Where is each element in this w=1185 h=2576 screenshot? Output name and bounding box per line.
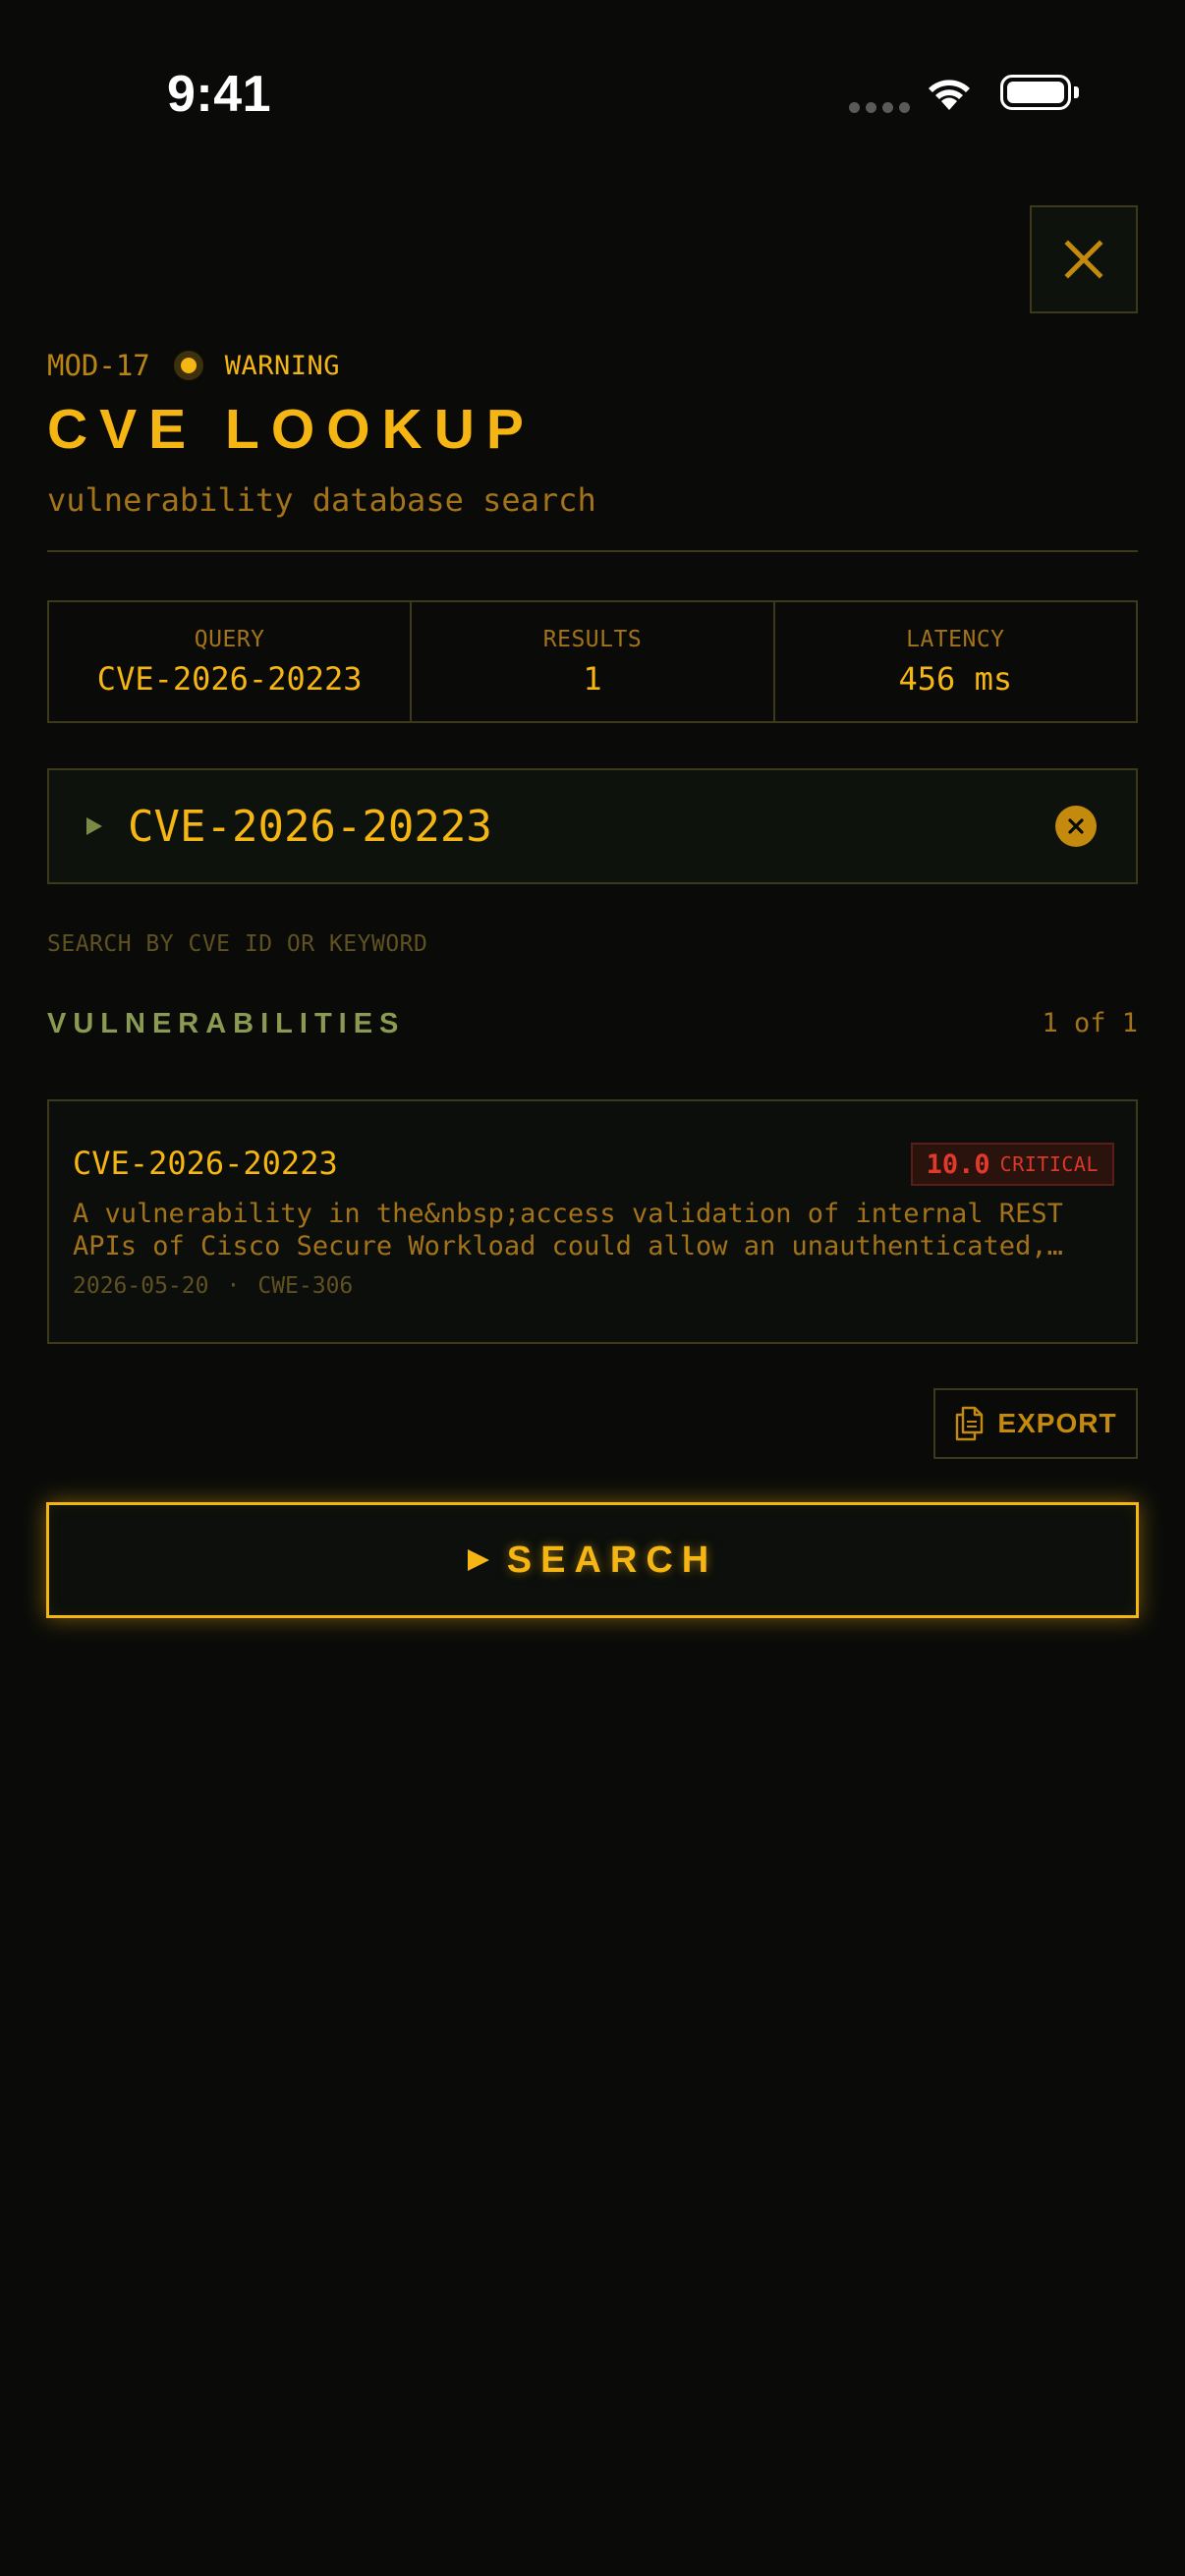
page-subtitle: vulnerability database search bbox=[47, 481, 596, 519]
battery-icon bbox=[1000, 75, 1071, 110]
search-field[interactable] bbox=[47, 768, 1138, 884]
close-button[interactable] bbox=[1030, 205, 1138, 313]
stat-label: RESULTS bbox=[542, 626, 643, 652]
result-card[interactable]: CVE-2026-20223 10.0 CRITICAL A vulnerabi… bbox=[47, 1099, 1138, 1344]
stat-value: 1 bbox=[583, 659, 602, 698]
export-button[interactable]: EXPORT bbox=[933, 1388, 1138, 1459]
play-arrow-icon bbox=[467, 1549, 489, 1571]
stat-value: 456 ms bbox=[898, 659, 1013, 698]
description-line: APIs of Cisco Secure Workload could allo… bbox=[73, 1231, 1063, 1261]
prompt-arrow-icon bbox=[86, 817, 102, 835]
page-title: CVE LOOKUP bbox=[47, 398, 536, 461]
stat-query: QUERY CVE-2026-20223 bbox=[49, 602, 413, 721]
close-icon bbox=[1064, 240, 1103, 279]
severity-label: CRITICAL bbox=[999, 1152, 1099, 1176]
search-button-label: SEARCH bbox=[506, 1539, 718, 1581]
section-title: VULNERABILITIES bbox=[47, 1008, 406, 1039]
battery-cap bbox=[1074, 86, 1079, 98]
cellular-signal-icon bbox=[849, 102, 910, 113]
cve-meta: 2026-05-20 · CWE-306 bbox=[73, 1273, 353, 1299]
export-label: EXPORT bbox=[997, 1408, 1117, 1438]
stats-panel: QUERY CVE-2026-20223 RESULTS 1 LATENCY 4… bbox=[47, 600, 1138, 723]
wifi-icon bbox=[924, 75, 975, 116]
meta-separator: · bbox=[226, 1273, 241, 1299]
module-id: MOD-17 bbox=[47, 349, 150, 382]
description-line: A vulnerability in the&nbsp;access valid… bbox=[73, 1199, 1063, 1229]
search-input[interactable] bbox=[128, 801, 1055, 852]
cwe-id: CWE-306 bbox=[257, 1273, 354, 1299]
severity-score: 10.0 bbox=[926, 1148, 990, 1180]
stat-value: CVE-2026-20223 bbox=[96, 659, 363, 698]
module-status-row: MOD-17 WARNING bbox=[47, 346, 340, 385]
stat-label: QUERY bbox=[194, 626, 265, 652]
status-label: WARNING bbox=[224, 350, 341, 381]
severity-badge: 10.0 CRITICAL bbox=[910, 1143, 1114, 1186]
status-indicator-icon bbox=[173, 351, 203, 380]
search-hint: SEARCH BY CVE ID OR KEYWORD bbox=[47, 931, 428, 957]
published-date: 2026-05-20 bbox=[73, 1273, 209, 1299]
stat-latency: LATENCY 456 ms bbox=[775, 602, 1136, 721]
stat-results: RESULTS 1 bbox=[412, 602, 775, 721]
stat-label: LATENCY bbox=[906, 626, 1005, 652]
results-pager: 1 of 1 bbox=[1042, 1008, 1138, 1038]
clear-circle-icon[interactable] bbox=[1055, 806, 1097, 847]
status-time: 9:41 bbox=[167, 66, 272, 123]
cve-id: CVE-2026-20223 bbox=[73, 1145, 338, 1182]
cve-description: A vulnerability in the&nbsp;access valid… bbox=[73, 1198, 1104, 1262]
document-copy-icon bbox=[956, 1406, 984, 1441]
header-divider bbox=[47, 550, 1138, 552]
search-button[interactable]: SEARCH bbox=[46, 1502, 1139, 1618]
